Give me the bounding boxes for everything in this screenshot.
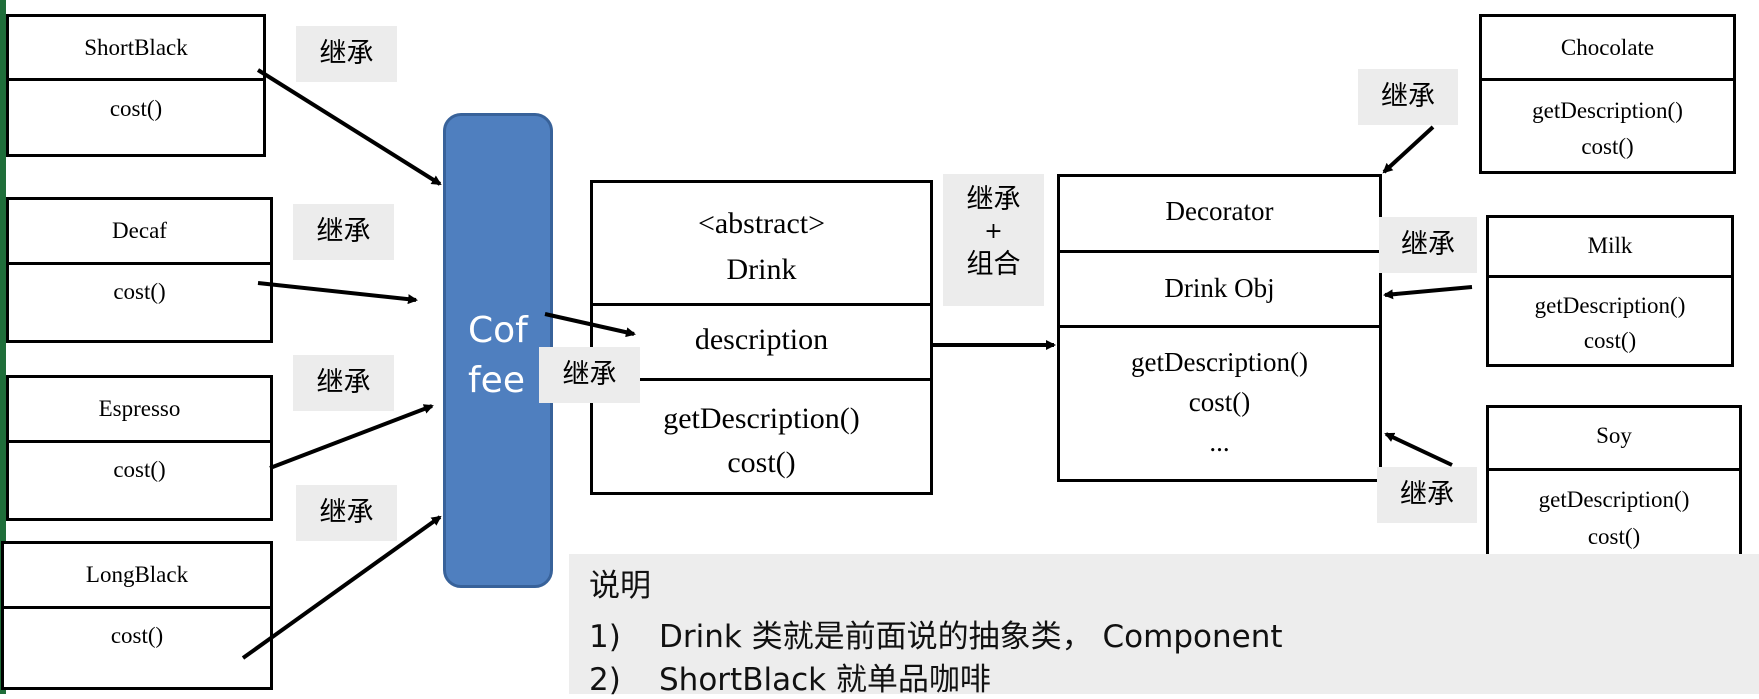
inherit-label-decaf: 继承: [293, 204, 394, 260]
notes-item: 1) Drink 类就是前面说的抽象类， Component: [589, 611, 1283, 656]
inherit-label-coffee: 继承: [539, 347, 640, 403]
arrow-soy-to-decorator: [1384, 432, 1453, 467]
notes-item: 2) ShortBlack 就单品咖啡: [589, 654, 991, 699]
arrow-shortblack-to-coffee: [256, 68, 442, 186]
combo-plus: +: [984, 219, 1003, 244]
arrow-milk-to-decorator: [1383, 285, 1473, 300]
notes-item-number: 1): [589, 619, 621, 655]
combo-line2: 组合: [966, 249, 1021, 280]
inherit-label-milk: 继承: [1379, 217, 1477, 273]
inherit-label-espresso: 继承: [293, 355, 394, 411]
arrow-espresso-to-coffee: [269, 404, 434, 470]
combo-line1: 继承: [966, 184, 1021, 215]
notes-item-text: ShortBlack 就单品咖啡: [659, 662, 991, 698]
inherit-label-longblack: 继承: [296, 485, 397, 541]
inherit-combine-label: 继承 + 组合: [943, 174, 1044, 306]
notes-panel: 说明 1) Drink 类就是前面说的抽象类， Component 2) Short…: [569, 554, 1759, 698]
arrow-chocolate-to-decorator: [1382, 125, 1435, 174]
notes-heading: 说明: [589, 568, 651, 604]
notes-item-number: 2): [589, 662, 621, 698]
inherit-label-shortblack: 继承: [296, 26, 397, 82]
arrow-coffee-to-drink: [544, 312, 636, 338]
inherit-label-soy: 继承: [1377, 467, 1477, 523]
arrow-decaf-to-coffee: [257, 281, 418, 305]
notes-item-text: Drink 类就是前面说的抽象类， Component: [659, 619, 1283, 655]
inherit-label-chocolate: 继承: [1358, 69, 1458, 125]
